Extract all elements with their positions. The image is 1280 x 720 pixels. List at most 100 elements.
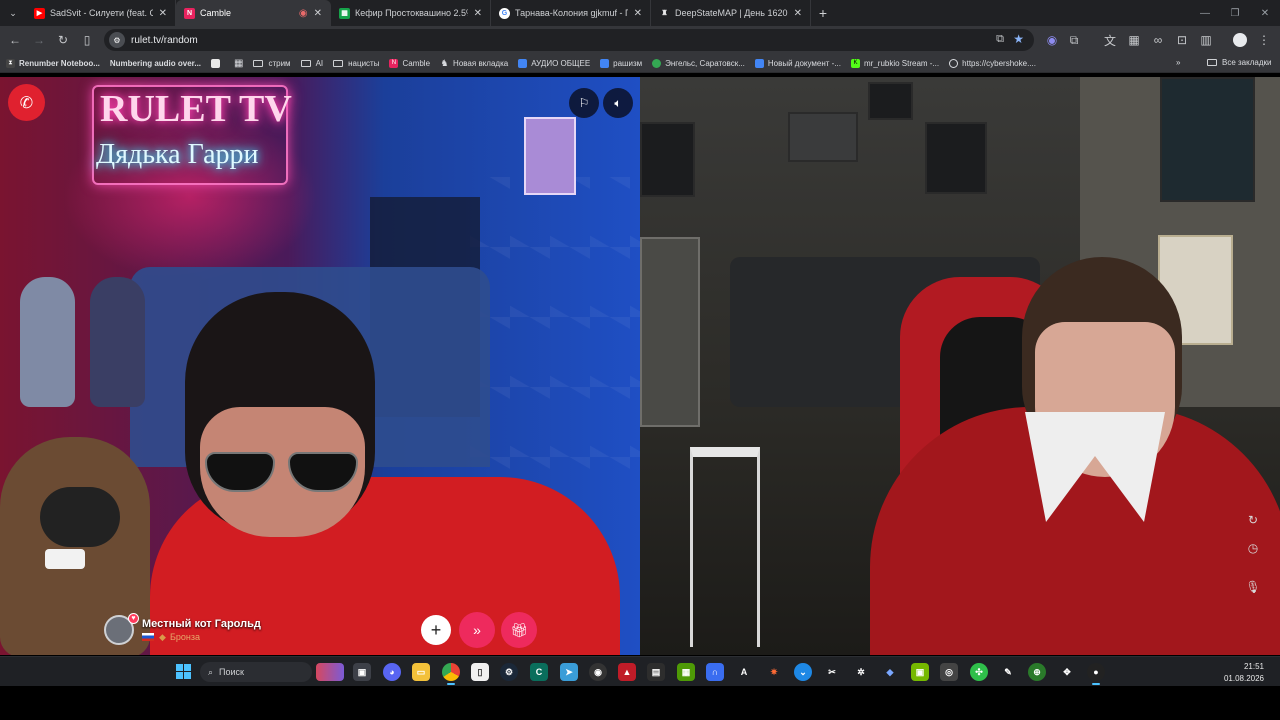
tab-kefir[interactable]: ▦ Кефир Простоквашино 2.5%, ✕ (331, 0, 491, 26)
asterisk-app-icon[interactable]: ✷ (765, 663, 783, 681)
bookmark-numbering-audio[interactable]: Numbering audio over... (110, 59, 201, 68)
bookmark-renumber[interactable]: ⧗ Renumber Noteboo... (6, 58, 100, 68)
volume-button[interactable]: 🔈︎ (603, 88, 633, 118)
steam-icon[interactable]: ⚙ (500, 663, 518, 681)
diamond-app-icon[interactable]: ◆ (881, 663, 899, 681)
bookmark-blank[interactable] (211, 58, 224, 68)
pencil-app-icon[interactable]: ✎ (999, 663, 1017, 681)
discord-icon[interactable]: ◕ (383, 663, 401, 681)
new-tab-button[interactable]: + (811, 5, 835, 21)
grid-extension-icon[interactable]: ▦ (1122, 28, 1146, 52)
forward-button[interactable]: → (27, 28, 51, 52)
close-icon[interactable]: ✕ (159, 8, 167, 19)
apps-button[interactable]: ▦ (234, 58, 243, 69)
screenshot-extension-icon[interactable]: ⊡ (1170, 28, 1194, 52)
network-app-icon[interactable]: ✥ (1058, 663, 1076, 681)
cursor-app-icon[interactable]: C (530, 663, 548, 681)
telegram-icon[interactable]: ➤ (560, 663, 578, 681)
font-app-icon[interactable]: A (735, 663, 753, 681)
partner-info[interactable]: ♥ Местный кот Гарольд ◆ Бронза (104, 613, 354, 647)
close-icon[interactable]: ✕ (474, 8, 482, 19)
nvidia-icon[interactable]: ▣ (911, 663, 929, 681)
close-window-button[interactable]: ✕ (1250, 0, 1280, 26)
add-friend-button[interactable]: + (421, 615, 451, 645)
terminal-icon[interactable]: ▤ (647, 663, 665, 681)
globe-app-icon[interactable]: ⊕ (1028, 663, 1046, 681)
file-explorer-icon[interactable]: ▭ (412, 663, 430, 681)
vpn-extension-icon[interactable]: ◉ (1040, 28, 1064, 52)
red-app-icon[interactable]: ▲ (618, 663, 636, 681)
taskbar-search[interactable]: ⌕ Поиск (200, 662, 312, 682)
timer-button[interactable]: ◷ (1243, 538, 1263, 558)
minimize-button[interactable]: — (1190, 0, 1220, 26)
hangup-button[interactable]: ✆ (8, 84, 45, 121)
sidebar-toggle-icon[interactable]: ▥ (1194, 28, 1218, 52)
folder-icon (333, 59, 344, 67)
tab-tarnava[interactable]: G Тарнава-Колония gjkmuf - По ✕ (491, 0, 651, 26)
sheet-icon: ▦ (339, 7, 350, 19)
reload-button[interactable]: ↻ (51, 28, 75, 52)
back-button[interactable]: ← (3, 28, 27, 52)
translate-icon[interactable]: 文 (1098, 28, 1122, 52)
notepad-icon[interactable]: ▯ (471, 663, 489, 681)
obs-icon[interactable]: ◉ (589, 663, 607, 681)
bookmark-camble[interactable]: N Camble (389, 58, 430, 68)
doc-icon (600, 58, 610, 68)
profile-avatar[interactable] (1228, 28, 1252, 52)
extensions-icon[interactable]: ⧉ (1062, 28, 1086, 52)
green-app-icon[interactable]: ▦ (677, 663, 695, 681)
close-icon[interactable]: ✕ (794, 8, 802, 19)
camera-app-icon[interactable]: ◎ (940, 663, 958, 681)
arc-icon[interactable]: ∩ (706, 663, 724, 681)
country-flag-icon (142, 633, 154, 641)
clock-date[interactable]: 01.08.2026 (1216, 674, 1264, 683)
neon-sign-subtitle: Дядька Гарри (96, 139, 259, 170)
tab-camble[interactable]: N Camble ◉ ✕ (176, 0, 331, 26)
bookmark-cybershoke[interactable]: https://cybershoke.... (949, 58, 1036, 68)
chrome-icon[interactable] (442, 663, 460, 685)
address-bar[interactable]: ⚙ rulet.tv/random ⧉ ★ (104, 29, 1034, 51)
windows-start-icon[interactable] (176, 664, 192, 680)
bookmark-mr-rubkio[interactable]: Kmr_rubkio Stream -... (851, 58, 939, 68)
wall-painting (1160, 77, 1255, 202)
bookmark-star-icon[interactable]: ★ (1013, 32, 1024, 46)
restore-button[interactable]: ❐ (1220, 0, 1250, 26)
menu-kebab-icon[interactable]: ⋮ (1252, 28, 1276, 52)
chatgpt-icon[interactable]: ✲ (852, 663, 870, 681)
hex-wall (470, 177, 640, 497)
side-panel-button[interactable]: ▯ (75, 28, 99, 52)
tab-deepstate[interactable]: ♜ DeepStateMAP | День 1620 | М ✕ (651, 0, 811, 26)
link-extension-icon[interactable]: ∞ (1146, 28, 1170, 52)
bookmark-folder-stream[interactable]: стрим (253, 59, 291, 68)
razer-icon[interactable]: ✣ (970, 663, 988, 681)
bookmark-engels[interactable]: Энгельс, Саратовск... (652, 58, 745, 68)
tab-sadsvit[interactable]: ▶ SadSvit - Силуети (feat. СТРУК ✕ (26, 0, 176, 26)
clock-time[interactable]: 21:51 (1228, 662, 1264, 671)
next-partner-button[interactable]: » (459, 612, 495, 648)
bookmark-new-doc[interactable]: Новый документ -... (754, 58, 841, 68)
recording-app-icon[interactable]: ● (1087, 663, 1105, 685)
install-app-icon[interactable]: ⧉ (996, 33, 1004, 46)
browser-toolbar: ← → ↻ ▯ ⚙ rulet.tv/random ⧉ ★ ◉ ⧉ 文 ▦ ∞ … (0, 26, 1280, 54)
close-icon[interactable]: ✕ (634, 8, 642, 19)
capcut-icon[interactable]: ✂ (823, 663, 841, 681)
all-bookmarks-button[interactable]: Все закладки (1207, 58, 1271, 67)
gift-button[interactable]: 🎁︎ (501, 612, 537, 648)
bookmark-rashizm[interactable]: рашизм (600, 58, 642, 68)
bookmark-folder-nazis[interactable]: нацисты (333, 59, 379, 68)
site-info-icon[interactable]: ⚙ (109, 32, 125, 48)
close-icon[interactable]: ✕ (314, 8, 322, 19)
switch-camera-button[interactable]: ↻ (1243, 510, 1263, 530)
bookmark-folder-ai[interactable]: AI (300, 59, 323, 68)
task-view-icon[interactable]: ▣ (353, 663, 371, 681)
download-app-icon[interactable]: ⌄ (794, 663, 812, 681)
microphone-button[interactable]: 🎙︎ (1243, 577, 1263, 597)
bookmarks-overflow-button[interactable]: » (1176, 58, 1180, 67)
bookmark-new-tab[interactable]: ♞ Новая вкладка (440, 58, 509, 68)
widgets-icon[interactable] (316, 663, 344, 681)
page-icon (211, 58, 221, 68)
bookmark-audio-common[interactable]: АУДИО ОБЩЕЕ (518, 58, 590, 68)
tab-search-button[interactable]: ⌄ (0, 0, 26, 26)
report-button[interactable]: ⚐ (569, 88, 599, 118)
recording-icon: ◉ (298, 7, 308, 19)
